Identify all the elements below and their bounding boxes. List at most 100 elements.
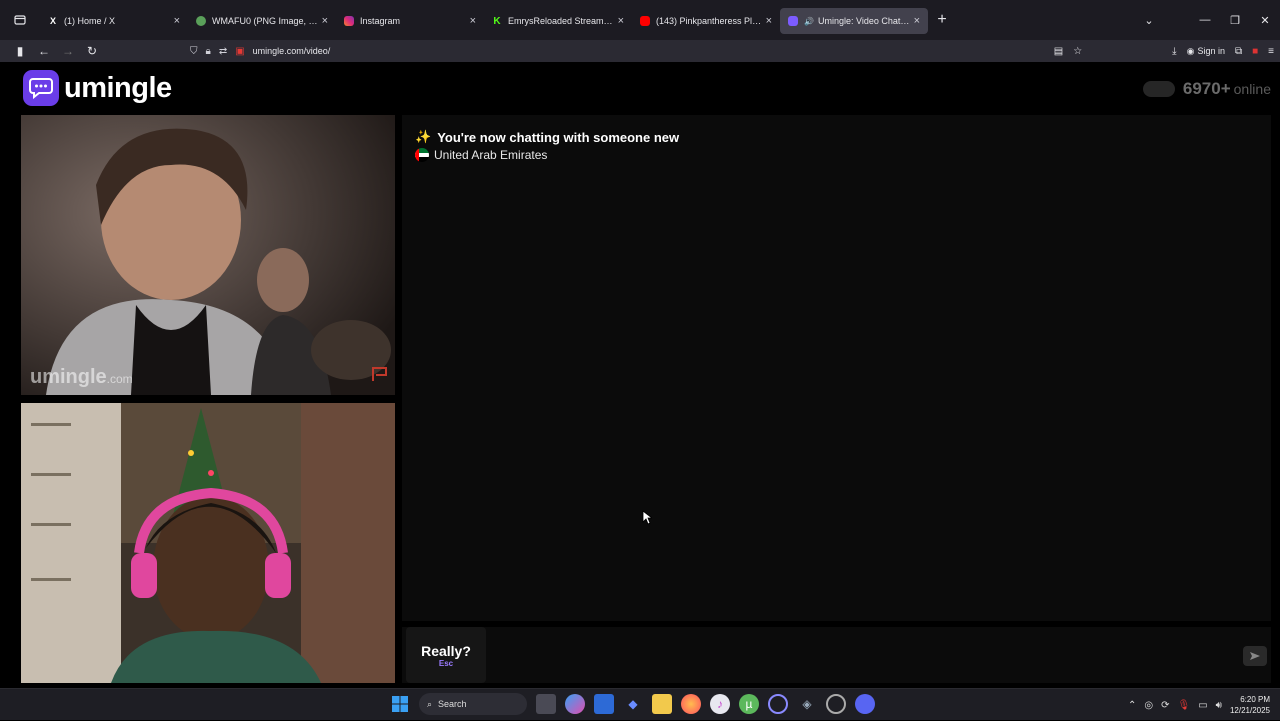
chat-bubble-logo-icon [23, 70, 59, 106]
speaker-icon[interactable]: 🔊 [804, 17, 814, 26]
maximize-button[interactable]: ❐ [1220, 14, 1250, 27]
extension-red-icon[interactable]: ■ [1252, 46, 1258, 57]
browser-nav-bar: ▮ ← → ↻ ⛉ 🔒︎ ⇄ ▣ umingle.com/video/ ▤ ☆ … [0, 40, 1280, 62]
app-diamond-icon[interactable]: ◆ [623, 694, 643, 714]
app-globe-icon[interactable] [826, 694, 846, 714]
tab-kick[interactable]: K EmrysReloaded Stream - Watch × [484, 8, 632, 34]
online-toggle[interactable] [1142, 81, 1175, 97]
taskbar-apps: ⌕ Search ◆ ♪ µ ◈ [390, 693, 875, 715]
mouse-cursor [642, 510, 654, 530]
tab-instagram[interactable]: Instagram × [336, 8, 484, 34]
message-input[interactable] [494, 627, 1234, 683]
tab-title: EmrysReloaded Stream - Watch [508, 16, 614, 26]
sync-icon[interactable]: ⟳ [1161, 700, 1169, 711]
umingle-page: umingle 6970+ online umingle.com ✨ You'r… [15, 62, 1280, 688]
camera-sharing-icon[interactable]: ▣ [235, 46, 244, 57]
chat-panel: ✨ You're now chatting with someone new U… [402, 115, 1271, 621]
sidebar-toggle-icon[interactable]: ▮ [8, 44, 32, 58]
tab-x-home[interactable]: X (1) Home / X × [40, 8, 188, 34]
self-video [21, 403, 395, 683]
system-message: ✨ You're now chatting with someone new [415, 129, 679, 145]
volume-icon[interactable]: 🔊︎ [1216, 700, 1222, 711]
tab-umingle[interactable]: 🔊 Umingle: Video Chat with S × [780, 8, 928, 34]
sparkles-icon: ✨ [415, 129, 432, 144]
task-view-icon[interactable] [536, 694, 556, 714]
window-controls: ⌄ — ❐ ✕ [1134, 0, 1280, 40]
logo-text: umingle [64, 71, 172, 104]
umingle-logo[interactable]: umingle [23, 70, 172, 106]
send-arrow-icon [1250, 652, 1260, 660]
tray-app-icon[interactable]: ◎ [1144, 700, 1153, 711]
download-icon[interactable]: ⤓ [1172, 46, 1176, 57]
permissions-icon[interactable]: ⇄ [219, 46, 227, 57]
tray-overflow-icon[interactable]: ⌃ [1128, 700, 1136, 711]
tab-overview-icon[interactable] [0, 0, 40, 40]
tab-list-icon[interactable]: ⌄ [1134, 14, 1164, 27]
self-video-frame [21, 403, 395, 683]
tab-title: Umingle: Video Chat with S [817, 16, 910, 26]
firefox-icon[interactable] [681, 694, 701, 714]
country-name: United Arab Emirates [434, 148, 548, 162]
microphone-icon[interactable]: 🎙︎ [1177, 700, 1190, 711]
nav-right-tools: ▤ ☆ ⤓ ◉ Sign in ⧉ ■ ≡ [1054, 40, 1274, 62]
uae-flag-icon [415, 148, 429, 162]
date: 12/21/2025 [1229, 706, 1270, 715]
close-tab-icon[interactable]: × [766, 15, 772, 27]
itunes-icon[interactable]: ♪ [710, 694, 730, 714]
image-icon [196, 16, 206, 26]
minimize-button[interactable]: — [1190, 14, 1220, 26]
close-tab-icon[interactable]: × [174, 15, 180, 27]
stranger-video-frame [21, 115, 395, 395]
discord-icon[interactable] [855, 694, 875, 714]
reader-view-icon[interactable]: ▤ [1054, 46, 1063, 57]
store-icon[interactable] [594, 694, 614, 714]
reload-button[interactable]: ↻ [80, 44, 104, 58]
taskbar-search[interactable]: ⌕ Search [419, 693, 527, 715]
close-window-button[interactable]: ✕ [1250, 14, 1280, 27]
extensions-icon[interactable]: ⧉ [1235, 46, 1242, 57]
bookmark-star-icon[interactable]: ☆ [1073, 46, 1082, 57]
report-flag-icon[interactable] [371, 366, 389, 387]
close-tab-icon[interactable]: × [618, 15, 624, 27]
copilot-icon[interactable] [565, 694, 585, 714]
kick-icon: K [493, 16, 501, 27]
skip-label: Really? [421, 642, 471, 659]
online-count: 6970+ [1182, 79, 1231, 98]
steam-icon[interactable]: ◈ [797, 694, 817, 714]
sign-in-label: Sign in [1197, 46, 1225, 56]
back-button[interactable]: ← [32, 44, 56, 58]
forward-button[interactable]: → [56, 44, 80, 58]
tab-youtube[interactable]: (143) Pinkpantheress Playlist - Y × [632, 8, 780, 34]
x-icon: X [49, 16, 56, 26]
lock-icon[interactable]: 🔒︎ [206, 46, 211, 57]
url-bar[interactable]: ⛉ 🔒︎ ⇄ ▣ umingle.com/video/ [190, 46, 330, 57]
menu-icon[interactable]: ≡ [1268, 46, 1274, 57]
online-counter: 6970+ online [1142, 79, 1271, 99]
close-tab-icon[interactable]: × [470, 15, 476, 27]
online-label: online [1233, 81, 1271, 97]
tab-title: WMAFU0 (PNG Image, 873 × 1 [212, 16, 318, 26]
file-explorer-icon[interactable] [652, 694, 672, 714]
close-tab-icon[interactable]: × [322, 15, 328, 27]
network-icon[interactable]: ▭ [1198, 700, 1207, 711]
new-tab-button[interactable]: + [928, 11, 956, 29]
clock[interactable]: 6:20 PM 12/21/2025 [1230, 694, 1270, 716]
chat-message-text: You're now chatting with someone new [437, 129, 680, 145]
partner-country: United Arab Emirates [415, 148, 547, 162]
umingle-watermark: umingle.com [30, 366, 133, 389]
skip-button[interactable]: Really? Esc [406, 627, 486, 683]
windows-start-icon[interactable] [390, 694, 410, 714]
send-button[interactable] [1243, 646, 1267, 666]
system-tray: ⌃ ◎ ⟳ 🎙︎ ▭ 🔊︎ 6:20 PM 12/21/2025 [1128, 689, 1270, 721]
watermark-main: umingle [30, 366, 107, 388]
close-tab-icon[interactable]: × [914, 15, 920, 27]
chat-controls: Really? Esc [402, 627, 1271, 683]
utorrent-icon[interactable]: µ [739, 694, 759, 714]
obs-icon[interactable] [768, 694, 788, 714]
skip-shortcut: Esc [438, 658, 454, 668]
sign-in-button[interactable]: ◉ Sign in [1187, 46, 1225, 57]
instagram-icon [344, 16, 354, 26]
umingle-icon [788, 16, 798, 26]
tab-image[interactable]: WMAFU0 (PNG Image, 873 × 1 × [188, 8, 336, 34]
shield-icon[interactable]: ⛉ [190, 46, 198, 57]
